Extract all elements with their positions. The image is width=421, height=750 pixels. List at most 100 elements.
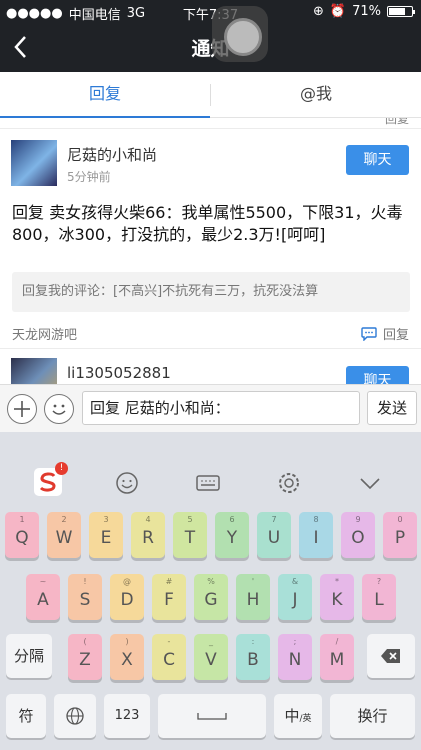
key-hint: 2 [61, 515, 67, 524]
key-label: B [247, 650, 259, 670]
key-h[interactable]: ' H [236, 574, 270, 620]
key-hint: ) [125, 637, 129, 646]
key-label: R [142, 528, 154, 548]
comment-icon [361, 326, 377, 341]
key-q[interactable]: 1Q [5, 512, 39, 558]
key-hint: ! [83, 577, 87, 586]
author-name[interactable]: 尼菇的小和尚 [67, 144, 157, 165]
backspace-key[interactable] [367, 634, 415, 678]
keyboard-toolbar: ! [0, 462, 421, 502]
key-d[interactable]: @ D [110, 574, 144, 620]
battery-icon [387, 6, 415, 17]
key-label: H [246, 590, 260, 610]
key-n[interactable]: ; N [278, 634, 312, 680]
key-label: K [331, 590, 343, 610]
key-hint: 8 [313, 515, 319, 524]
key-hint: ' [251, 577, 255, 586]
key-hint: 5 [187, 515, 193, 524]
key-hint: # [165, 577, 173, 586]
key-hint: ; [293, 637, 297, 646]
key-label: S [79, 590, 91, 610]
avatar[interactable] [11, 358, 57, 384]
reply-content[interactable]: 回复 卖女孩得火柴66：我单属性5500，下限31，火毒800，冰300，打没抗… [12, 202, 412, 246]
key-hint: : [251, 637, 255, 646]
key-x[interactable]: ) X [110, 634, 144, 680]
assistive-touch-button[interactable] [212, 6, 268, 62]
key-b[interactable]: :B [236, 634, 270, 680]
key-hint: / [335, 637, 339, 646]
key-c[interactable]: -C [152, 634, 186, 680]
quoted-comment[interactable]: 回复我的评论：[不高兴]不抗死有三万，抗死没法算 [12, 272, 410, 312]
key-f[interactable]: # F [152, 574, 186, 620]
key-t[interactable]: 5T [173, 512, 207, 558]
chat-button[interactable]: 聊天 [346, 145, 409, 175]
notification-item: li1305052881 聊天 [0, 350, 421, 384]
partial-reply-label[interactable]: 回复 [385, 118, 409, 127]
enter-key[interactable]: 换行 [330, 694, 415, 738]
key-o[interactable]: 9O [341, 512, 375, 558]
emoji-button[interactable] [44, 394, 74, 424]
tab-mentions[interactable]: @我 [211, 72, 421, 118]
hide-keyboard-icon[interactable] [357, 470, 383, 496]
key-label: Y [226, 528, 238, 548]
key-r[interactable]: 4R [131, 512, 165, 558]
forum-name[interactable]: 天龙网游吧 [12, 324, 77, 343]
key-label: E [100, 528, 112, 548]
key-label: A [37, 590, 49, 610]
tab-reply[interactable]: 回复 [0, 72, 210, 118]
key-hint: 3 [103, 515, 109, 524]
add-attachment-button[interactable] [7, 394, 37, 424]
key-label: V [205, 650, 217, 670]
reply-action[interactable]: 回复 [361, 324, 409, 343]
key-u[interactable]: 7U [257, 512, 291, 558]
status-bar: ●●●●● 中国电信 3G 下午7:37 ⊕ ⏰ 71% [0, 0, 421, 24]
segment-key[interactable]: 分隔 [6, 634, 52, 678]
globe-key[interactable] [54, 694, 96, 738]
key-z[interactable]: (Z [68, 634, 102, 680]
numbers-key[interactable]: 123 [104, 694, 150, 738]
reply-input[interactable]: 回复 尼菇的小和尚： [82, 391, 360, 425]
key-v[interactable]: _ V [194, 634, 228, 680]
key-hint: _ [209, 637, 213, 646]
key-e[interactable]: 3E [89, 512, 123, 558]
key-label: D [120, 590, 134, 610]
key-y[interactable]: 6Y [215, 512, 249, 558]
send-button[interactable]: 发送 [367, 391, 417, 425]
globe-icon [66, 707, 84, 725]
key-hint: 4 [145, 515, 151, 524]
settings-gear-icon[interactable] [276, 470, 302, 496]
key-l[interactable]: ? L [362, 574, 396, 620]
key-k[interactable]: * K [320, 574, 354, 620]
keyboard-layout-icon[interactable] [195, 470, 221, 496]
rotation-lock-icon: ⊕ [313, 4, 324, 19]
emoji-keyboard-icon[interactable] [114, 470, 140, 496]
language-switch-key[interactable]: 中/英 [274, 694, 322, 738]
notification-item: 尼菇的小和尚 5分钟前 聊天 回复 卖女孩得火柴66：我单属性5500，下限31… [0, 130, 421, 343]
key-j[interactable]: & J [278, 574, 312, 620]
space-key[interactable] [158, 694, 266, 738]
plus-icon [14, 401, 30, 417]
smiley-icon [52, 404, 66, 415]
avatar[interactable] [11, 140, 57, 186]
key-label: F [164, 590, 174, 610]
key-i[interactable]: 8I [299, 512, 333, 558]
key-w[interactable]: 2W [47, 512, 81, 558]
sogou-logo-icon[interactable]: ! [34, 462, 68, 496]
battery-percent: 71% [352, 4, 381, 19]
key-hint: ~ [39, 577, 47, 586]
key-label: W [55, 528, 73, 548]
key-m[interactable]: / M [320, 634, 354, 680]
key-p[interactable]: 0P [383, 512, 417, 558]
key-hint: 1 [19, 515, 25, 524]
alarm-icon: ⏰ [329, 4, 347, 19]
space-icon [197, 713, 227, 720]
notification-feed[interactable]: 回复 尼菇的小和尚 5分钟前 聊天 回复 卖女孩得火柴66：我单属性5500，下… [0, 118, 421, 384]
symbol-key[interactable]: 符 [6, 694, 46, 738]
key-label: X [121, 650, 133, 670]
author-name[interactable]: li1305052881 [67, 364, 171, 382]
divider [0, 128, 421, 129]
key-s[interactable]: ! S [68, 574, 102, 620]
key-g[interactable]: % G [194, 574, 228, 620]
key-a[interactable]: ~ A [26, 574, 60, 620]
chat-button[interactable]: 聊天 [346, 366, 409, 384]
